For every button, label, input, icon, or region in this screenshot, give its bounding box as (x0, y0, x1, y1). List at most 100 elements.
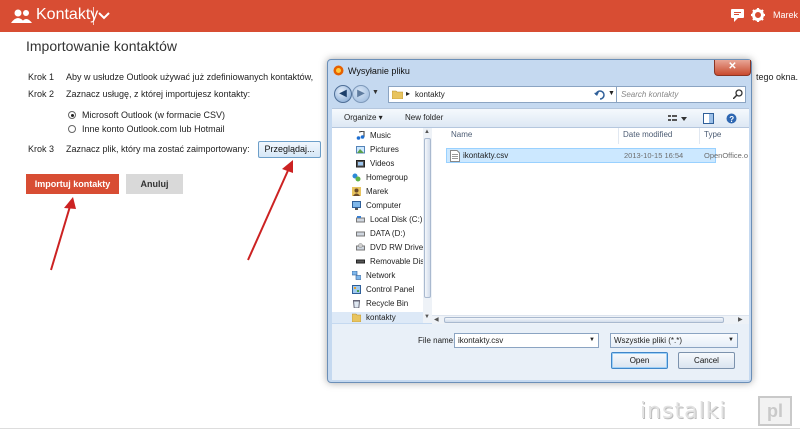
nav-item-label: Pictures (370, 145, 399, 154)
column-date-modified[interactable]: Date modified (623, 130, 672, 139)
arrow-to-browse (247, 165, 291, 261)
file-name-value: ikontakty.csv (458, 336, 504, 345)
nav-item-label: DATA (D:) (370, 229, 406, 238)
address-dropdown-icon[interactable]: ▼ (608, 90, 615, 97)
nav-item-videos[interactable]: Videos (356, 158, 431, 171)
view-options-icon[interactable] (668, 114, 688, 124)
file-list-hscrollbar[interactable]: ◀ ▶ (432, 315, 749, 324)
nav-item-label: DVD RW Drive ( (370, 243, 429, 252)
nav-item-label: Removable Dis (370, 257, 425, 266)
nav-item-control-panel[interactable]: Control Panel (352, 284, 431, 297)
preview-pane-icon[interactable] (703, 113, 714, 124)
nav-item-label: Network (366, 271, 396, 280)
nav-item-label: Marek (366, 187, 389, 196)
nav-scroll-thumb[interactable] (424, 138, 431, 298)
network-icon (352, 271, 361, 280)
footer-divider (0, 428, 800, 429)
help-icon[interactable]: ? (726, 113, 737, 124)
computer-icon (352, 201, 361, 210)
back-button[interactable]: ◀ (334, 85, 352, 103)
column-separator[interactable] (699, 128, 700, 144)
organize-menu[interactable]: Organize ▾ (344, 113, 383, 122)
nav-item-label: kontakty (366, 313, 396, 322)
file-row[interactable]: ikontakty.csv 2013-10-15 16:54 (446, 148, 716, 163)
file-type-filter[interactable]: Wszystkie pliki (*.*) ▼ (610, 333, 738, 348)
nav-item-local-disk[interactable]: Local Disk (C:) (356, 214, 431, 227)
folder-icon (352, 313, 361, 322)
column-name[interactable]: Name (451, 130, 472, 139)
column-type[interactable]: Type (704, 130, 721, 139)
nav-item-label: Music (370, 131, 391, 140)
watermark-text: instalki (640, 399, 727, 424)
open-button[interactable]: Open (611, 352, 668, 369)
file-name-label: File name: (418, 336, 456, 345)
search-icon[interactable] (733, 89, 743, 99)
column-separator[interactable] (618, 128, 619, 144)
dialog-title: Wysyłanie pliku (348, 66, 410, 76)
file-date: 2013-10-15 16:54 (624, 151, 684, 160)
nav-item-label: Recycle Bin (366, 299, 409, 308)
folder-icon (392, 90, 403, 99)
refresh-icon[interactable] (594, 90, 606, 100)
nav-item-music[interactable]: Music (356, 130, 431, 143)
dialog-cancel-button[interactable]: Cancel (678, 352, 735, 369)
file-name-input[interactable]: ikontakty.csv ▼ (454, 333, 599, 348)
nav-item-dvd[interactable]: DVD RW Drive ( (356, 242, 431, 255)
nav-item-marek[interactable]: Marek (352, 186, 431, 199)
nav-item-label: Videos (370, 159, 395, 168)
scroll-down-icon[interactable]: ▼ (424, 314, 430, 320)
dialog-close-button[interactable]: ✕ (714, 60, 751, 76)
address-bar[interactable]: ▸ kontakty ▼ (388, 86, 618, 103)
nav-item-data-disk[interactable]: DATA (D:) (356, 228, 431, 241)
dvd-icon (356, 243, 365, 251)
recycle-bin-icon (352, 300, 361, 308)
forward-button[interactable]: ▶ (352, 85, 370, 103)
pictures-icon (356, 146, 365, 154)
file-list[interactable]: Name ^ Date modified Type ikontakty.csv … (432, 128, 749, 315)
browser-icon (333, 65, 344, 76)
disk-icon (356, 216, 365, 223)
disk-icon (356, 231, 365, 237)
scroll-left-icon[interactable]: ◀ (434, 316, 439, 323)
homegroup-icon (352, 173, 361, 182)
history-dropdown-icon[interactable]: ▼ (372, 89, 379, 96)
nav-item-network[interactable]: Network (352, 270, 431, 283)
svg-text:?: ? (729, 115, 734, 124)
dialog-toolbar: Organize ▾ New folder ? (332, 108, 749, 128)
scroll-right-icon[interactable]: ▶ (738, 316, 743, 323)
nav-item-computer[interactable]: Computer (352, 200, 431, 213)
file-type-filter-value: Wszystkie pliki (*.*) (614, 336, 683, 345)
sort-icon: ^ (530, 128, 533, 132)
watermark: instalki pl (640, 396, 795, 428)
videos-icon (356, 160, 365, 168)
navigation-pane[interactable]: Music Pictures Videos Homegroup Marek Co… (332, 128, 432, 323)
nav-item-label: Homegroup (366, 173, 408, 182)
removable-icon (356, 259, 365, 264)
new-folder-button[interactable]: New folder (405, 113, 443, 122)
arrow-head-import (64, 197, 76, 209)
file-name-dropdown-icon[interactable]: ▼ (589, 337, 595, 343)
user-icon (352, 187, 361, 196)
nav-item-kontakty[interactable]: kontakty (332, 312, 428, 323)
scroll-up-icon[interactable]: ▲ (424, 129, 430, 135)
control-panel-icon (352, 285, 361, 294)
nav-item-removable[interactable]: Removable Dis (356, 256, 431, 269)
nav-item-label: Local Disk (C:) (370, 215, 423, 224)
nav-scrollbar[interactable]: ▲ ▼ (423, 128, 432, 323)
nav-item-homegroup[interactable]: Homegroup (352, 172, 431, 185)
file-list-scroll-thumb[interactable] (444, 317, 724, 323)
filter-dropdown-icon[interactable]: ▼ (728, 337, 734, 343)
search-input[interactable]: Search kontakty (616, 86, 746, 103)
breadcrumb[interactable]: kontakty (415, 90, 445, 99)
breadcrumb-separator-icon: ▸ (406, 89, 411, 98)
watermark-logo: pl (758, 396, 792, 426)
arrow-to-import (50, 202, 72, 271)
nav-item-recycle-bin[interactable]: Recycle Bin (352, 298, 431, 311)
nav-item-pictures[interactable]: Pictures (356, 144, 431, 157)
music-icon (356, 131, 365, 140)
file-name: ikontakty.csv (463, 151, 509, 160)
nav-item-label: Control Panel (366, 285, 415, 294)
nav-item-label: Computer (366, 201, 402, 210)
file-upload-dialog: Wysyłanie pliku ✕ ◀ ▶ ▼ ▸ kontakty ▼ Sea… (327, 59, 752, 383)
file-type: OpenOffice.o (704, 151, 749, 160)
